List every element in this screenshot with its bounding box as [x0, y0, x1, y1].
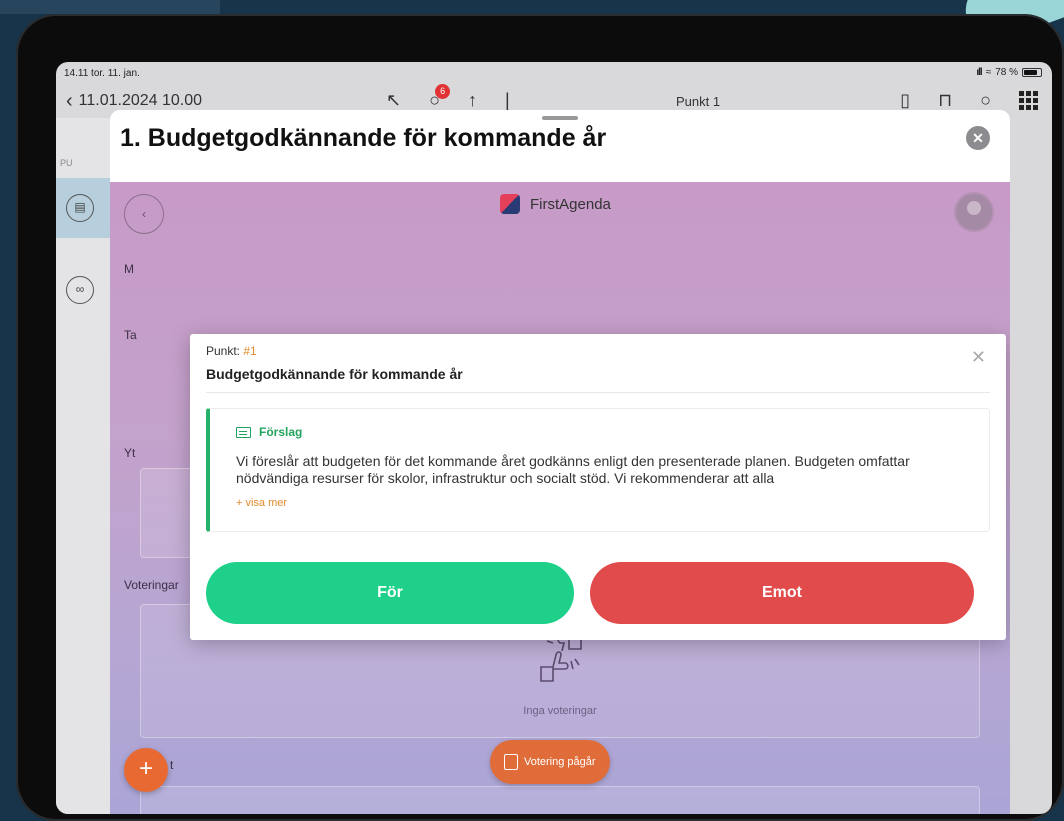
votes-label: Voteringar — [124, 578, 179, 592]
battery-icon — [1022, 68, 1042, 77]
signal-icon: ıll — [976, 67, 982, 78]
notification-badge: 6 — [435, 84, 451, 99]
tablet-screen: 14.11 tor. 11. jan. ıll ≈ 78 % ‹ 11.01.2… — [56, 62, 1052, 814]
link-icon: ∞ — [66, 276, 94, 304]
back-circle-button[interactable]: ‹ — [124, 194, 164, 234]
content-header: ‹ FirstAgenda — [110, 182, 1010, 234]
status-time: 14.11 tor. 11. jan. — [64, 68, 140, 79]
pointer-icon[interactable]: ↖ — [386, 90, 401, 111]
search-icon[interactable]: ○ — [980, 90, 991, 111]
avatar[interactable] — [954, 192, 994, 232]
proposal-heading-label: Förslag — [259, 425, 303, 439]
punkt-prefix: Punkt: — [206, 344, 241, 358]
toolbar-right: ▯ ⊓ ○ — [900, 90, 1038, 111]
status-indicators: ıll ≈ 78 % — [976, 67, 1042, 78]
sidebar: PU ▤ ∞ — [56, 118, 110, 814]
agenda-content: ‹ FirstAgenda M Ta Yt Voteringar Inga vo… — [110, 182, 1010, 814]
section-box — [140, 786, 980, 814]
vote-for-button[interactable]: För — [206, 562, 574, 624]
tablet-frame: 14.11 tor. 11. jan. ıll ≈ 78 % ‹ 11.01.2… — [16, 14, 1064, 821]
toolbar-title: Punkt 1 — [676, 94, 721, 109]
proposal-text: Vi föreslår att budgeten för det kommand… — [236, 453, 910, 486]
wifi-icon: ≈ — [985, 67, 992, 78]
upload-icon[interactable]: ↑ — [468, 90, 477, 111]
back-button[interactable]: ‹ 11.01.2024 10.00 — [66, 90, 203, 112]
battery-percent: 78 % — [995, 67, 1018, 78]
sheet-grabber[interactable] — [542, 116, 578, 120]
close-icon[interactable]: ✕ — [966, 126, 990, 150]
back-label: 11.01.2024 10.00 — [78, 92, 203, 109]
brand-logo — [500, 194, 520, 214]
modal-item-number: Punkt: #1 — [206, 344, 257, 358]
chevron-left-icon: ‹ — [66, 90, 73, 112]
notifications-icon[interactable]: ○ 6 — [429, 84, 451, 111]
agenda-sheet: 1. Budgetgodkännande för kommande år ✕ ‹… — [110, 110, 1010, 814]
close-icon[interactable]: ✕ — [971, 348, 986, 366]
section-label: Yt — [124, 446, 136, 460]
brand-name: FirstAgenda — [530, 195, 611, 213]
toolbar-tools: ↖ ○ 6 ↑ | — [386, 84, 510, 111]
sidebar-section-label: PU — [60, 158, 73, 168]
divider-icon: | — [504, 90, 510, 110]
section-label: t — [170, 758, 174, 772]
add-button[interactable]: + — [124, 748, 168, 792]
sheet-title: 1. Budgetgodkännande för kommande år — [120, 124, 607, 152]
brand: FirstAgenda — [500, 194, 611, 214]
voting-in-progress-label: Votering pågår — [524, 756, 596, 768]
show-more-link[interactable]: + visa mer — [236, 497, 287, 509]
divider — [206, 392, 990, 393]
section-label: Ta — [124, 328, 137, 342]
voting-in-progress-button[interactable]: Votering pågår — [490, 740, 610, 784]
proposal-heading: Förslag — [236, 425, 302, 439]
votes-empty-text: Inga voteringar — [523, 705, 597, 717]
status-bar: 14.11 tor. 11. jan. ıll ≈ 78 % — [56, 62, 1052, 86]
modal-title: Budgetgodkännande för kommande år — [206, 366, 463, 382]
vote-modal: Punkt: #1 ✕ Budgetgodkännande för komman… — [190, 334, 1006, 640]
vote-against-button[interactable]: Emot — [590, 562, 974, 624]
sidebar-item-document[interactable]: ▤ — [56, 178, 110, 238]
document-icon: ▤ — [66, 194, 94, 222]
proposal-card: Förslag Vi föreslår att budgeten för det… — [206, 408, 990, 532]
sidebar-item-link[interactable]: ∞ — [56, 260, 110, 320]
apps-grid-icon[interactable] — [1019, 91, 1038, 110]
book-icon[interactable]: ⊓ — [938, 90, 952, 111]
document-icon[interactable]: ▯ — [900, 90, 910, 111]
background-decoration — [0, 0, 220, 14]
punkt-number: #1 — [243, 344, 257, 358]
section-label: M — [124, 262, 134, 276]
ballot-icon — [504, 754, 518, 770]
proposal-icon — [236, 426, 251, 438]
